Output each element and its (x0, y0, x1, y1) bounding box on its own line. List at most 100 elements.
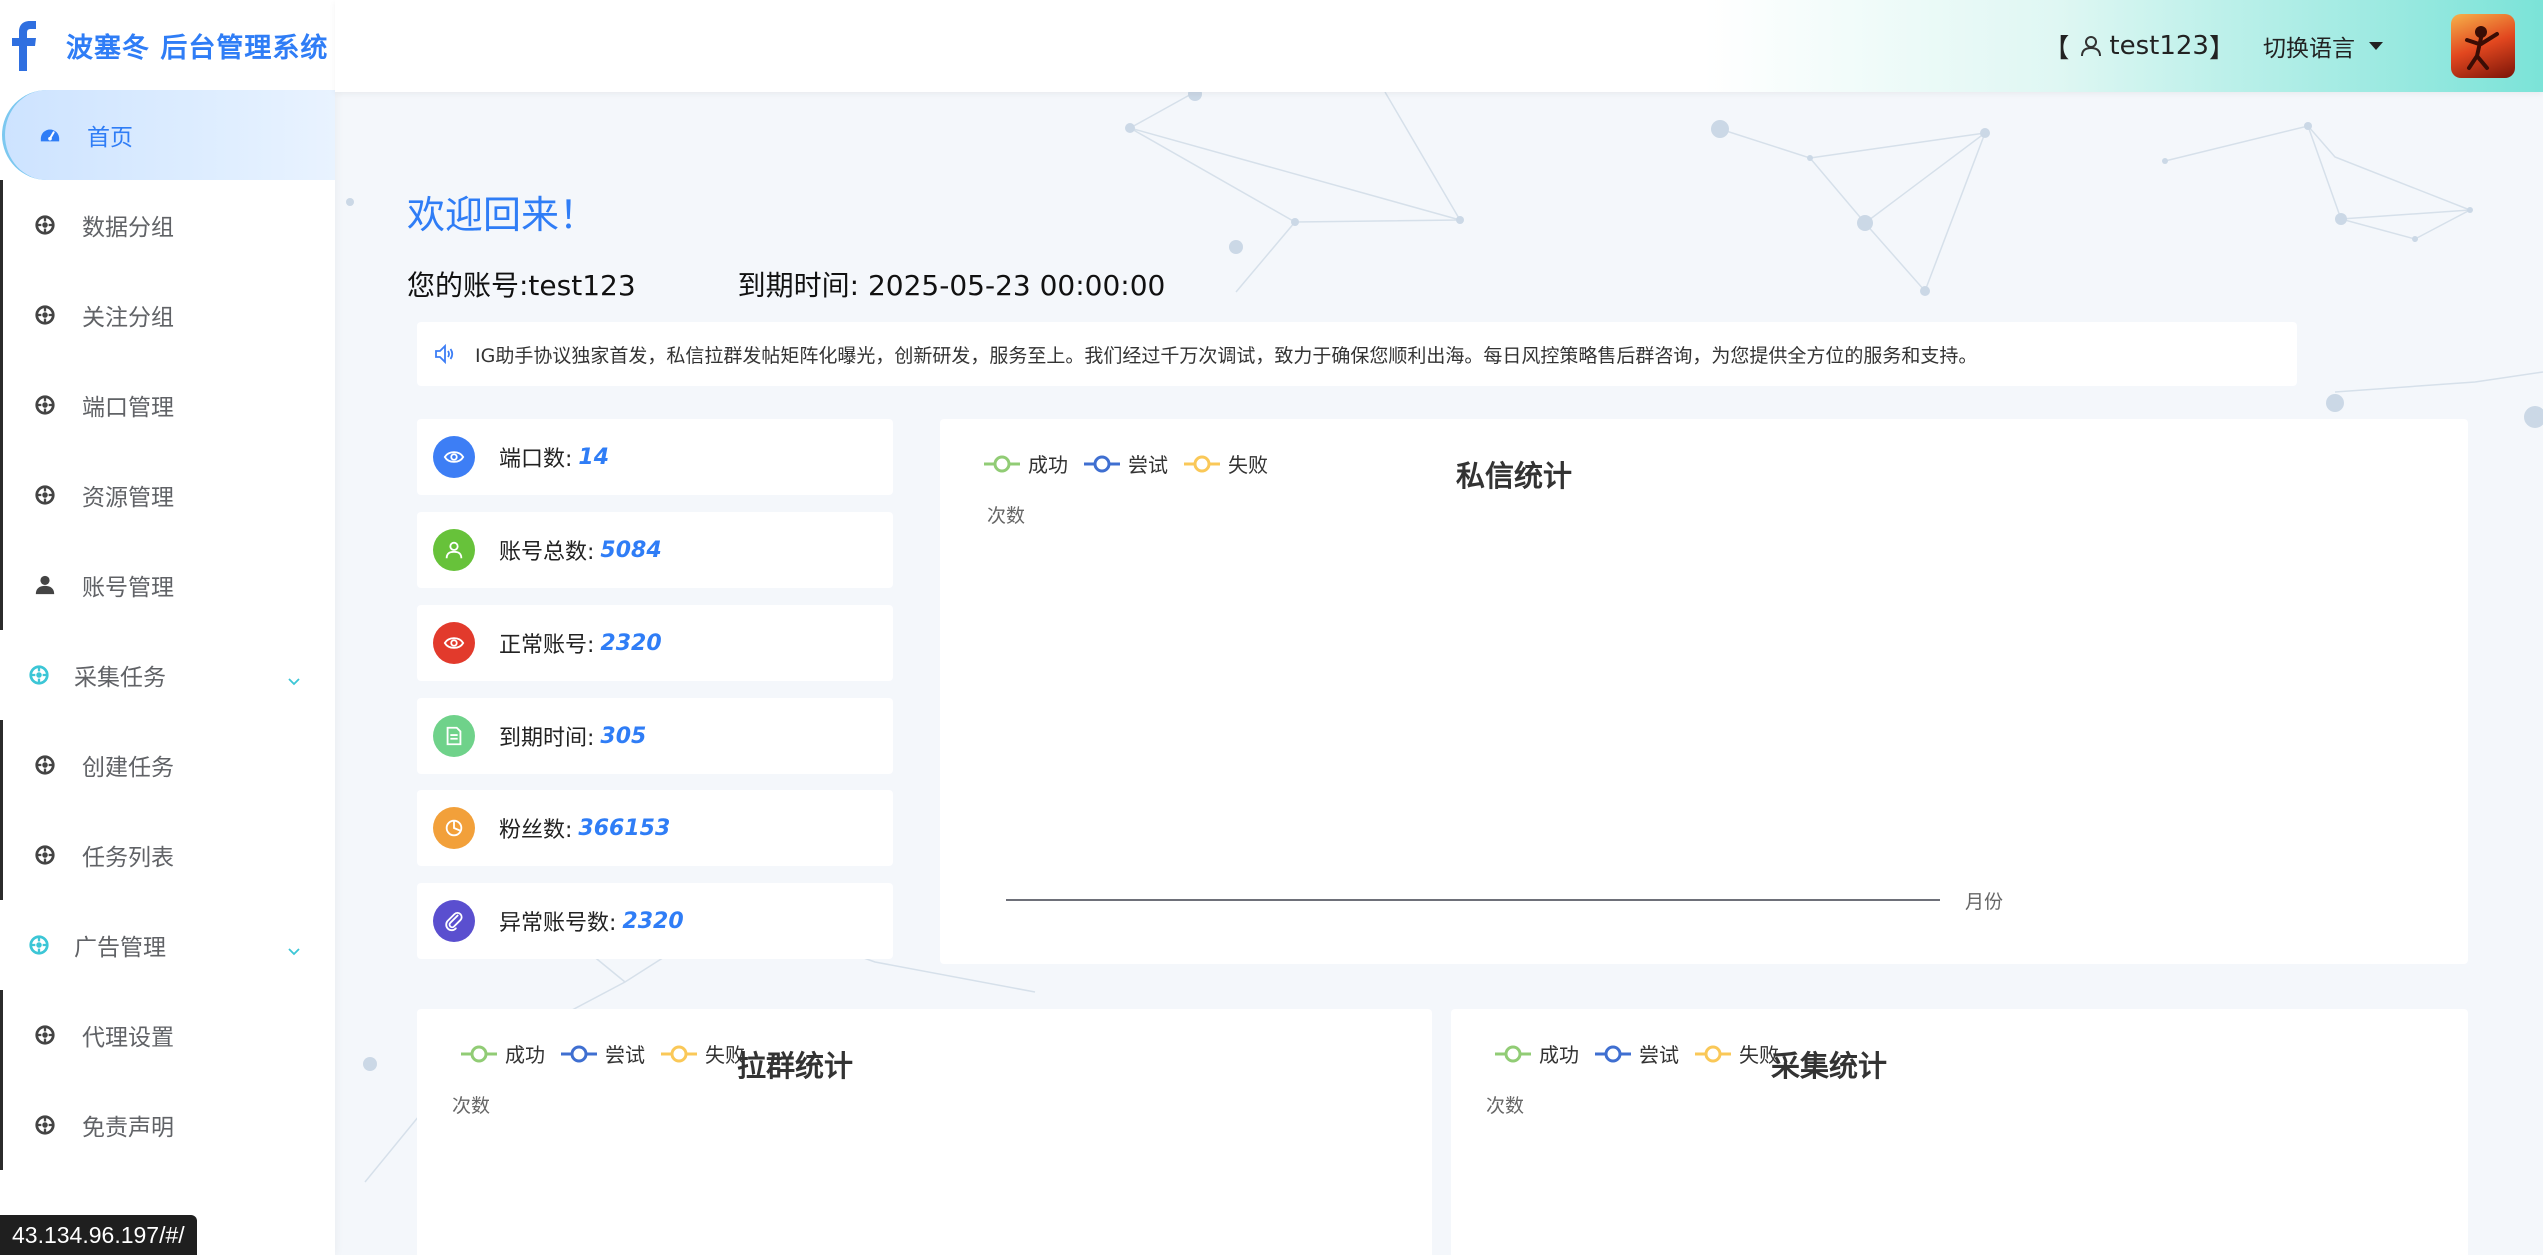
legend-item[interactable]: 尝试 (1593, 1039, 1679, 1068)
legend-item[interactable]: 失败 (1693, 1039, 1779, 1068)
pie-chart-icon (433, 807, 475, 849)
legend-item[interactable]: 成功 (459, 1039, 545, 1068)
expire-label: 到期时间: 2025-05-23 00:00:00 (737, 269, 1166, 302)
sidebar-item-label: 数据分组 (82, 215, 174, 241)
sidebar-item-label: 免责声明 (82, 1115, 174, 1141)
app-title: 波塞冬 后台管理系统 (66, 32, 329, 64)
sidebar-item-label: 端口管理 (82, 395, 174, 421)
aperture-icon (34, 754, 56, 776)
chevron-down-icon (287, 668, 301, 686)
facebook-f-icon (8, 17, 42, 73)
chart-legend: 成功 尝试 失败 (1493, 1039, 1793, 1068)
sidebar-item-2[interactable]: 关注分组 (0, 270, 335, 360)
avatar-figure-icon (2465, 26, 2499, 70)
legend-item[interactable]: 失败 (659, 1039, 745, 1068)
sidebar-item-4[interactable]: 资源管理 (0, 450, 335, 540)
sidebar-item-11[interactable]: 免责声明 (0, 1080, 335, 1170)
sidebar-item-label: 采集任务 (74, 665, 166, 691)
legend-line-icon (984, 455, 1020, 472)
chart-legend: 成功 尝试 失败 (459, 1039, 759, 1068)
aperture-icon (28, 664, 50, 686)
legend-line-icon (461, 1045, 497, 1062)
speaker-icon (435, 343, 454, 365)
sidebar-item-label: 关注分组 (82, 305, 174, 331)
stat-label: 到期时间: (499, 726, 595, 751)
stat-card: 正常账号: 2320 (417, 605, 893, 681)
stat-label: 账号总数: (499, 540, 595, 565)
stat-card: 账号总数: 5084 (417, 512, 893, 588)
language-switcher[interactable]: 切换语言 (2263, 29, 2383, 63)
legend-line-icon (1184, 455, 1220, 472)
legend-item[interactable]: 失败 (1182, 449, 1268, 478)
stat-card: 端口数: 14 (417, 419, 893, 495)
legend-label: 尝试 (605, 1043, 645, 1067)
legend-label: 尝试 (1639, 1043, 1679, 1067)
bracket-close: 】 (2208, 33, 2235, 64)
sidebar-item-8[interactable]: 任务列表 (0, 810, 335, 900)
sidebar-item-0[interactable]: 首页 (2, 90, 335, 180)
notice-text: IG助手协议独家首发，私信拉群发帖矩阵化曝光，创新研发，服务至上。我们经过千万次… (475, 344, 1978, 367)
sidebar-item-label: 代理设置 (82, 1025, 174, 1051)
sidebar-item-9[interactable]: 广告管理 (0, 900, 335, 990)
welcome-heading: 欢迎回来！ (407, 193, 598, 237)
stat-label: 粉丝数: (499, 818, 573, 843)
aperture-icon (34, 304, 56, 326)
dashboard-icon (39, 124, 61, 146)
stat-label: 正常账号: (499, 633, 595, 658)
y-axis-unit: 次数 (452, 1095, 491, 1117)
stat-value: 5084 (600, 537, 662, 563)
legend-label: 成功 (1028, 453, 1068, 477)
sidebar-item-1[interactable]: 数据分组 (0, 180, 335, 270)
stat-value: 305 (600, 723, 647, 749)
stat-label: 异常账号数: (499, 911, 617, 936)
stat-card: 粉丝数: 366153 (417, 790, 893, 866)
user-icon (433, 529, 475, 571)
legend-item[interactable]: 成功 (982, 449, 1068, 478)
sidebar: 波塞冬 后台管理系统 首页数据分组关注分组端口管理资源管理 账号管理采集任务创建任… (0, 0, 335, 1255)
aperture-icon (34, 1024, 56, 1046)
legend-label: 失败 (1228, 453, 1268, 477)
legend-line-icon (1084, 455, 1120, 472)
sidebar-item-3[interactable]: 端口管理 (0, 360, 335, 450)
logo[interactable]: 波塞冬 后台管理系统 (0, 0, 335, 90)
avatar[interactable] (2451, 14, 2515, 78)
legend-line-icon (661, 1045, 697, 1062)
sidebar-item-5[interactable]: 账号管理 (0, 540, 335, 630)
sidebar-item-label: 任务列表 (82, 845, 174, 871)
chart-legend: 成功 尝试 失败 (982, 449, 1282, 478)
x-axis-line (1006, 899, 1940, 901)
sidebar-item-label: 创建任务 (82, 755, 174, 781)
legend-label: 尝试 (1128, 453, 1168, 477)
group-stats-card: 成功 尝试 失败 拉群统计 次数 (417, 1009, 1432, 1255)
aperture-icon (34, 844, 56, 866)
aperture-icon (34, 1114, 56, 1136)
main-content: 欢迎回来！ 您的账号:test123 到期时间: 2025-05-23 00:0… (335, 92, 2543, 1255)
legend-line-icon (1595, 1045, 1631, 1062)
top-header: 【 test123 】 切换语言 (335, 0, 2543, 92)
sidebar-item-7[interactable]: 创建任务 (0, 720, 335, 810)
legend-line-icon (561, 1045, 597, 1062)
sidebar-item-10[interactable]: 代理设置 (0, 990, 335, 1080)
user-menu[interactable]: 【 test123 】 (2043, 28, 2235, 65)
sidebar-item-6[interactable]: 采集任务 (0, 630, 335, 720)
legend-item[interactable]: 成功 (1493, 1039, 1579, 1068)
legend-line-icon (1695, 1045, 1731, 1062)
y-axis-unit: 次数 (987, 505, 1026, 527)
eye-icon (433, 622, 475, 664)
x-axis-unit: 月份 (1965, 891, 2004, 913)
account-label: 您的账号:test123 (407, 269, 636, 302)
stat-value: 14 (578, 444, 610, 470)
language-label: 切换语言 (2263, 36, 2355, 62)
caret-down-icon (2369, 42, 2383, 50)
stat-card: 到期时间: 305 (417, 698, 893, 774)
username: test123 (2109, 31, 2209, 61)
chart-title: 私信统计 (1456, 459, 1573, 493)
user-icon (2081, 36, 2102, 57)
legend-item[interactable]: 尝试 (1082, 449, 1168, 478)
sidebar-item-label: 广告管理 (74, 935, 166, 961)
user-icon (34, 574, 56, 596)
legend-item[interactable]: 尝试 (559, 1039, 645, 1068)
y-axis-unit: 次数 (1486, 1095, 1525, 1117)
dm-stats-card: 成功 尝试 失败 私信统计 次数 月份 (940, 419, 2468, 964)
stat-value: 2320 (600, 630, 662, 656)
